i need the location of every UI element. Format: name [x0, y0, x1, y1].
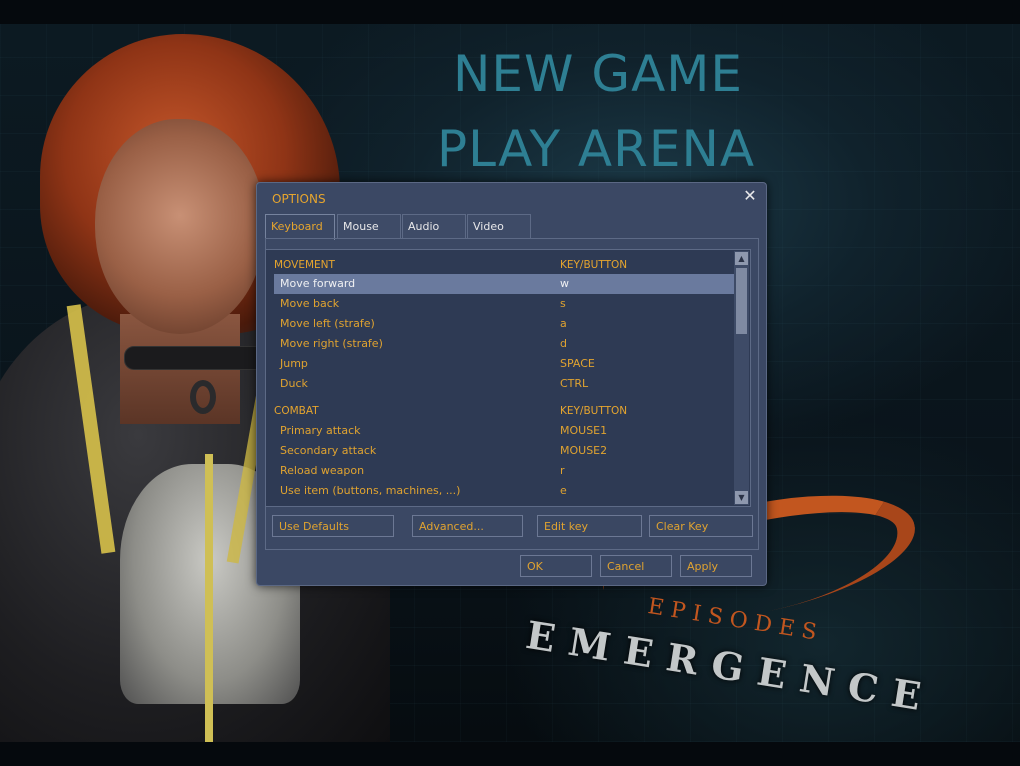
binding-key: MOUSE2 — [560, 444, 608, 457]
binding-row[interactable]: Primary attack MOUSE1 — [274, 421, 734, 441]
jacket-zipper — [205, 454, 213, 742]
binding-row[interactable]: Use item (buttons, machines, ...) e — [274, 481, 734, 501]
tab-keyboard[interactable]: Keyboard — [265, 214, 335, 240]
key-column-header: KEY/BUTTON — [560, 405, 628, 417]
binding-key: SPACE — [560, 357, 595, 370]
scroll-up-icon[interactable]: ▲ — [735, 252, 748, 265]
menu-play-arena[interactable]: PLAY ARENA — [437, 124, 755, 174]
binding-action: Secondary attack — [280, 444, 377, 457]
section-header-combat: COMBAT KEY/BUTTON — [274, 401, 734, 421]
key-column-header: KEY/BUTTON — [560, 259, 628, 271]
cancel-button[interactable]: Cancel — [600, 555, 672, 577]
edit-key-button[interactable]: Edit key — [537, 515, 642, 537]
binding-row[interactable]: Move back s — [274, 294, 734, 314]
binding-row[interactable]: Move left (strafe) a — [274, 314, 734, 334]
binding-row[interactable]: Secondary attack MOUSE2 — [274, 441, 734, 461]
scrollbar-thumb[interactable] — [736, 268, 747, 334]
dialog-title: OPTIONS — [272, 192, 326, 206]
binding-key: s — [560, 297, 566, 310]
key-binding-list[interactable]: MOVEMENT KEY/BUTTON Move forward w Move … — [265, 249, 751, 507]
section-header-movement: MOVEMENT KEY/BUTTON — [274, 255, 734, 275]
tab-audio[interactable]: Audio — [402, 214, 466, 238]
binding-row[interactable]: Duck CTRL — [274, 374, 734, 394]
section-title: MOVEMENT — [274, 259, 335, 271]
choker-ring — [190, 380, 216, 414]
binding-key: a — [560, 317, 567, 330]
binding-action: Primary attack — [280, 424, 361, 437]
clear-key-button[interactable]: Clear Key — [649, 515, 753, 537]
binding-key: CTRL — [560, 377, 589, 390]
use-defaults-button[interactable]: Use Defaults — [272, 515, 394, 537]
menu-new-game[interactable]: NEW GAME — [453, 49, 743, 99]
section-title: COMBAT — [274, 405, 319, 417]
binding-key: r — [560, 464, 565, 477]
binding-action: Use item (buttons, machines, ...) — [280, 484, 461, 497]
advanced-button[interactable]: Advanced... — [412, 515, 523, 537]
binding-key: d — [560, 337, 567, 350]
character-choker — [124, 346, 266, 370]
binding-key: e — [560, 484, 567, 497]
apply-button[interactable]: Apply — [680, 555, 752, 577]
binding-action: Move right (strafe) — [280, 337, 383, 350]
scroll-down-icon[interactable]: ▼ — [735, 491, 748, 504]
binding-row[interactable]: Reload weapon r — [274, 461, 734, 481]
close-icon[interactable]: ✕ — [742, 188, 758, 204]
binding-action: Reload weapon — [280, 464, 365, 477]
character-face — [95, 119, 265, 334]
binding-key: MOUSE1 — [560, 424, 608, 437]
options-dialog: OPTIONS ✕ Keyboard Mouse Audio Video MOV… — [256, 182, 767, 586]
tab-video[interactable]: Video — [467, 214, 531, 238]
list-scrollbar[interactable]: ▲ ▼ — [734, 251, 749, 505]
binding-action: Move left (strafe) — [280, 317, 375, 330]
binding-row[interactable]: Jump SPACE — [274, 354, 734, 374]
binding-action: Move back — [280, 297, 340, 310]
binding-row[interactable]: Move forward w — [274, 274, 734, 294]
ok-button[interactable]: OK — [520, 555, 592, 577]
binding-action: Jump — [280, 357, 308, 370]
binding-action: Duck — [280, 377, 308, 390]
binding-action: Move forward — [280, 277, 356, 290]
tab-mouse[interactable]: Mouse — [337, 214, 401, 238]
binding-key: w — [560, 277, 569, 290]
binding-row[interactable]: Move right (strafe) d — [274, 334, 734, 354]
